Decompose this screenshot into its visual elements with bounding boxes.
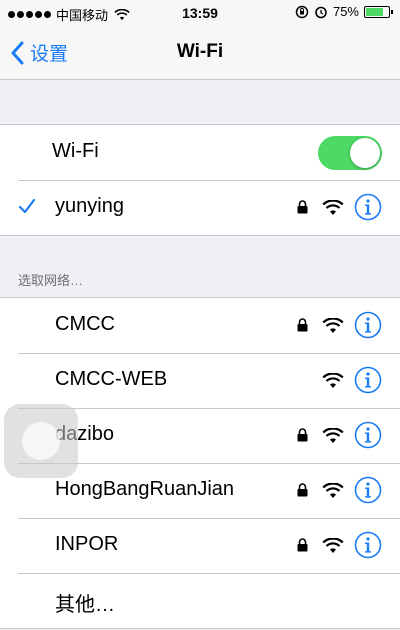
lock-icon: [297, 200, 308, 214]
checkmark-icon: [18, 198, 36, 214]
battery-percent: 75%: [332, 4, 359, 19]
network-name: CMCC: [55, 313, 115, 335]
lock-icon: [297, 318, 308, 332]
wifi-icon: [322, 428, 344, 443]
info-icon[interactable]: [354, 311, 382, 339]
wifi-toggle-label: Wi-Fi: [52, 140, 99, 162]
wifi-toggle-switch[interactable]: [318, 136, 382, 170]
network-row[interactable]: CMCC: [0, 298, 400, 353]
network-name: CMCC-WEB: [55, 368, 168, 390]
network-name: INPOR: [55, 533, 119, 555]
assistive-touch-button[interactable]: [4, 404, 78, 478]
connected-network-name: yunying: [55, 195, 124, 217]
wifi-icon: [322, 373, 344, 388]
info-icon[interactable]: [354, 193, 382, 221]
connected-network-row[interactable]: yunying: [0, 180, 400, 235]
lock-icon: [297, 538, 308, 552]
info-icon[interactable]: [354, 421, 382, 449]
navigation-bar: 设置 Wi-Fi: [0, 26, 400, 80]
info-icon[interactable]: [354, 476, 382, 504]
wifi-icon: [322, 200, 344, 215]
other-network-row[interactable]: 其他…: [0, 573, 400, 628]
alarm-icon: [315, 6, 327, 18]
section-header-choose-network: 选取网络…: [18, 273, 84, 288]
rotation-lock-icon: [295, 5, 309, 18]
other-network-label: 其他…: [55, 594, 115, 616]
lock-icon: [297, 428, 308, 442]
battery-icon: [364, 5, 393, 18]
network-row[interactable]: INPOR: [0, 518, 400, 573]
info-icon[interactable]: [354, 366, 382, 394]
wifi-settings-group: Wi-Fi yunying: [0, 124, 400, 236]
status-bar: 中国移动 13:59 75%: [0, 0, 400, 26]
wifi-toggle-row: Wi-Fi: [0, 125, 400, 180]
network-row[interactable]: CMCC-WEB: [0, 353, 400, 408]
info-icon[interactable]: [354, 531, 382, 559]
wifi-icon: [322, 318, 344, 333]
wifi-icon: [322, 483, 344, 498]
wifi-icon: [322, 538, 344, 553]
network-name: HongBangRuanJian: [55, 478, 235, 500]
page-title: Wi-Fi: [176, 41, 224, 62]
lock-icon: [297, 483, 308, 497]
